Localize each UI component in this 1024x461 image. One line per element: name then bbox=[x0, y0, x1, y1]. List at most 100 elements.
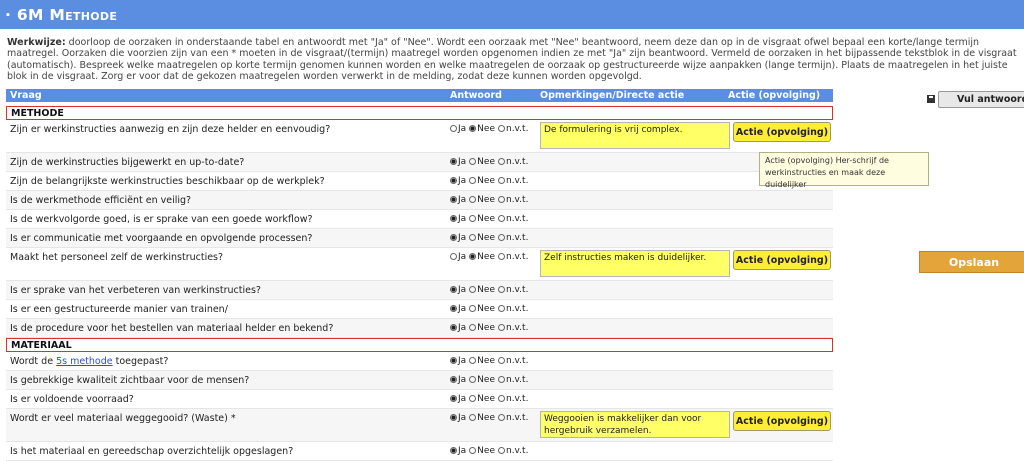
action-followup-button[interactable]: Actie (opvolging) bbox=[733, 250, 831, 270]
table-row: Is het materiaal en gereedschap overzich… bbox=[6, 442, 833, 461]
radio-nvt[interactable] bbox=[497, 447, 505, 454]
radio-ja[interactable] bbox=[450, 376, 457, 383]
answer-group: Ja Nee n.v.t. bbox=[450, 214, 531, 224]
save-button[interactable]: Opslaan bbox=[919, 251, 1024, 273]
radio-nee[interactable] bbox=[469, 215, 477, 222]
radio-nvt[interactable] bbox=[497, 376, 505, 383]
radio-nee[interactable] bbox=[469, 196, 477, 203]
radio-ja[interactable] bbox=[450, 158, 457, 165]
radio-nee[interactable] bbox=[469, 357, 477, 364]
radio-nvt[interactable] bbox=[497, 414, 505, 421]
radio-ja[interactable] bbox=[450, 447, 457, 454]
radio-ja[interactable] bbox=[450, 234, 457, 241]
instructions-text: doorloop de oorzaken in onderstaande tab… bbox=[7, 37, 1017, 83]
question-label: Is gebrekkige kwaliteit zichtbaar voor d… bbox=[10, 375, 250, 386]
radio-nee[interactable] bbox=[469, 324, 477, 331]
answer-group: Ja Nee n.v.t. bbox=[450, 195, 531, 205]
radio-nee[interactable] bbox=[469, 253, 477, 260]
question-label: Zijn er werkinstructies aanwezig en zijn… bbox=[10, 124, 331, 135]
radio-label-ja: Ja bbox=[458, 446, 467, 456]
radio-nee[interactable] bbox=[469, 125, 477, 132]
radio-nvt[interactable] bbox=[497, 286, 505, 293]
answer-group: Ja Nee n.v.t. bbox=[450, 413, 531, 423]
radio-nvt[interactable] bbox=[497, 196, 505, 203]
radio-label-nee: Nee bbox=[477, 356, 495, 366]
radio-label-ja: Ja bbox=[458, 195, 467, 205]
table-row: Is de werkvolgorde goed, is er sprake va… bbox=[6, 210, 833, 229]
section-title: METHODE bbox=[11, 108, 64, 119]
5s-method-link[interactable]: 5s methode bbox=[56, 356, 113, 367]
fill-answers-button[interactable]: Vul antwoorden bbox=[938, 91, 1024, 108]
radio-nvt[interactable] bbox=[497, 125, 505, 132]
radio-nvt[interactable] bbox=[497, 253, 505, 260]
question-label: Is de werkvolgorde goed, is er sprake va… bbox=[10, 214, 313, 225]
answer-group: Ja Nee n.v.t. bbox=[450, 375, 531, 385]
table-row: Is de procedure voor het bestellen van m… bbox=[6, 319, 833, 338]
radio-label-ja: Ja bbox=[458, 157, 467, 167]
radio-ja[interactable] bbox=[450, 177, 457, 184]
remark-field[interactable]: Zelf instructies maken is duidelijker. bbox=[540, 250, 730, 277]
radio-nee[interactable] bbox=[469, 395, 477, 402]
remark-field[interactable]: Weggooien is makkelijker dan voor hergeb… bbox=[540, 411, 730, 438]
table-row: Zijn er werkinstructies aanwezig en zijn… bbox=[6, 120, 833, 153]
radio-ja[interactable] bbox=[450, 305, 457, 312]
radio-nee[interactable] bbox=[469, 414, 477, 421]
radio-label-nvt: n.v.t. bbox=[505, 124, 529, 134]
radio-nvt[interactable] bbox=[497, 234, 505, 241]
question-text: Is er sprake van het verbeteren van werk… bbox=[10, 285, 261, 296]
radio-nee[interactable] bbox=[469, 286, 477, 293]
radio-nee[interactable] bbox=[469, 305, 477, 312]
answer-group: Ja Nee n.v.t. bbox=[450, 124, 531, 134]
radio-ja[interactable] bbox=[450, 196, 457, 203]
radio-ja[interactable] bbox=[450, 215, 457, 222]
radio-ja[interactable] bbox=[450, 253, 457, 260]
question-text: Is het materiaal en gereedschap overzich… bbox=[10, 446, 293, 457]
radio-label-ja: Ja bbox=[458, 323, 467, 333]
radio-ja[interactable] bbox=[450, 324, 457, 331]
page-banner: · 6M Methode bbox=[0, 0, 1024, 29]
radio-nee[interactable] bbox=[469, 447, 477, 454]
radio-ja[interactable] bbox=[450, 357, 457, 364]
question-text: Is de werkmethode efficiënt en veilig? bbox=[10, 195, 191, 206]
radio-nee[interactable] bbox=[469, 376, 477, 383]
question-text: Is gebrekkige kwaliteit zichtbaar voor d… bbox=[10, 375, 249, 386]
radio-label-ja: Ja bbox=[458, 304, 467, 314]
section-header-materiaal: MATERIAAL bbox=[6, 338, 833, 352]
radio-label-nvt: n.v.t. bbox=[505, 356, 529, 366]
radio-nvt[interactable] bbox=[497, 305, 505, 312]
radio-label-nee: Nee bbox=[477, 233, 495, 243]
question-table: METHODE Zijn er werkinstructies aanwezig … bbox=[6, 106, 833, 461]
question-text: Is er communicatie met voorgaande en opv… bbox=[10, 233, 312, 244]
answer-group: Ja Nee n.v.t. bbox=[450, 233, 531, 243]
radio-label-ja: Ja bbox=[458, 285, 467, 295]
header-actie: Actie (opvolging) bbox=[728, 90, 821, 101]
radio-nvt[interactable] bbox=[497, 158, 505, 165]
radio-ja[interactable] bbox=[450, 125, 457, 132]
radio-label-nee: Nee bbox=[477, 157, 495, 167]
question-suffix: toegepast? bbox=[112, 356, 169, 367]
radio-label-nee: Nee bbox=[477, 252, 495, 262]
radio-nvt[interactable] bbox=[497, 395, 505, 402]
radio-nvt[interactable] bbox=[497, 357, 505, 364]
page-title: · 6M Methode bbox=[5, 6, 118, 24]
question-label: Is er een gestructureerde manier van tra… bbox=[10, 304, 228, 315]
radio-ja[interactable] bbox=[450, 414, 457, 421]
question-label: Is de procedure voor het bestellen van m… bbox=[10, 323, 334, 334]
radio-nee[interactable] bbox=[469, 234, 477, 241]
action-followup-button[interactable]: Actie (opvolging) bbox=[733, 411, 831, 431]
radio-label-nee: Nee bbox=[477, 446, 495, 456]
radio-label-nvt: n.v.t. bbox=[505, 413, 529, 423]
question-label: Maakt het personeel zelf de werkinstruct… bbox=[10, 252, 224, 263]
remark-field[interactable]: De formulering is vrij complex. bbox=[540, 122, 730, 149]
section-header-methode: METHODE bbox=[6, 106, 833, 120]
action-followup-button[interactable]: Actie (opvolging) bbox=[733, 122, 831, 142]
radio-ja[interactable] bbox=[450, 395, 457, 402]
radio-nvt[interactable] bbox=[497, 215, 505, 222]
radio-nee[interactable] bbox=[469, 158, 477, 165]
radio-nee[interactable] bbox=[469, 177, 477, 184]
radio-nvt[interactable] bbox=[497, 177, 505, 184]
radio-label-nee: Nee bbox=[477, 375, 495, 385]
table-row: Is de werkmethode efficiënt en veilig? Ja… bbox=[6, 191, 833, 210]
radio-ja[interactable] bbox=[450, 286, 457, 293]
radio-nvt[interactable] bbox=[497, 324, 505, 331]
